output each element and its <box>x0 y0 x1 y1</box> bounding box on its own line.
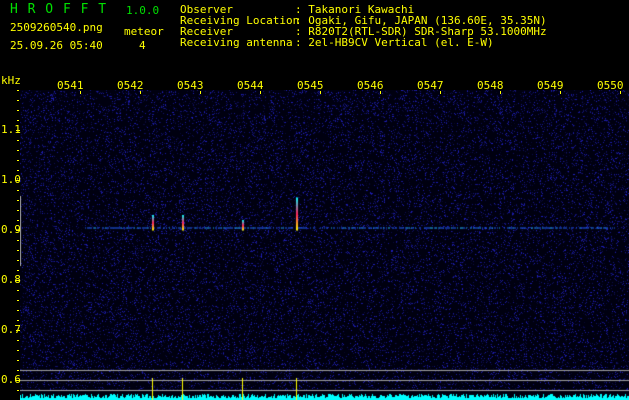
y-tick <box>17 320 19 321</box>
x-tick <box>200 91 201 94</box>
y-tick <box>17 290 19 291</box>
y-tick <box>16 380 20 381</box>
y-tick <box>17 170 19 171</box>
y-tick <box>17 350 19 351</box>
y-tick <box>16 330 20 331</box>
y-tick <box>17 200 19 201</box>
y-tick <box>17 110 19 111</box>
y-tick <box>17 390 19 391</box>
y-tick <box>17 190 19 191</box>
y-tick <box>17 300 19 301</box>
y-tick <box>16 180 20 181</box>
y-tick <box>17 360 19 361</box>
info-value: : 2el-HB9CV Vertical (el. E-W) <box>295 37 494 49</box>
y-tick <box>17 370 19 371</box>
x-tick <box>560 91 561 94</box>
y-tick <box>17 260 19 261</box>
y-tick <box>17 310 19 311</box>
filename: 2509260540.png <box>10 22 103 34</box>
y-tick <box>17 90 19 91</box>
x-tick <box>260 91 261 94</box>
y-tick <box>17 100 19 101</box>
y-tick <box>17 240 19 241</box>
y-tick <box>17 120 19 121</box>
y-axis-label: kHz <box>1 75 21 87</box>
y-tick <box>17 160 19 161</box>
x-tick <box>500 91 501 94</box>
y-tick <box>17 340 19 341</box>
x-tick <box>320 91 321 94</box>
datetime: 25.09.26 05:40 <box>10 40 103 52</box>
y-tick <box>17 220 19 221</box>
y-tick <box>17 210 19 211</box>
y-tick <box>17 250 19 251</box>
app-version: 1.0.0 <box>126 5 159 17</box>
y-tick <box>16 230 20 231</box>
app-title: H R O F F T <box>10 4 107 16</box>
x-tick <box>80 91 81 94</box>
x-tick <box>440 91 441 94</box>
info-label: Receiving antenna <box>180 37 293 49</box>
spectrogram <box>20 90 629 400</box>
meteor-count: 4 <box>139 40 146 52</box>
x-tick <box>620 91 621 94</box>
meteor-label: meteor <box>124 26 164 38</box>
y-tick <box>17 140 19 141</box>
x-tick <box>140 91 141 94</box>
y-tick <box>16 130 20 131</box>
y-tick <box>17 270 19 271</box>
y-tick <box>16 280 20 281</box>
x-tick <box>380 91 381 94</box>
y-tick <box>17 150 19 151</box>
